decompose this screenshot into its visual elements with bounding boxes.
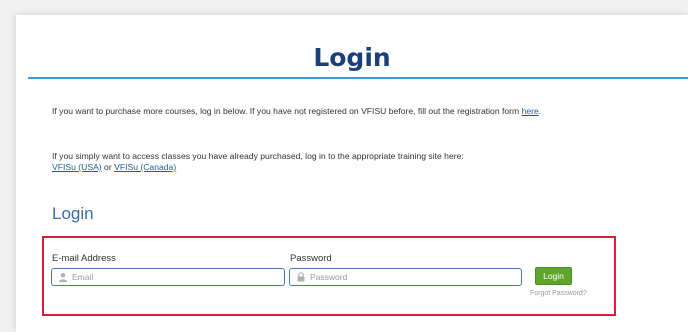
password-input[interactable] — [310, 270, 521, 284]
vfisu-usa-link[interactable]: VFISu (USA) — [52, 162, 102, 172]
page-title: Login — [313, 43, 391, 72]
forgot-password-link[interactable]: Forgot Password? — [530, 290, 587, 297]
training-site-links: VFISu (USA) or VFISu (Canada) — [52, 162, 464, 173]
login-form: E-mail Address Password Login Forgot Pas… — [42, 236, 616, 316]
login-section-heading: Login — [52, 204, 94, 223]
email-input[interactable] — [72, 270, 284, 284]
title-divider — [28, 77, 688, 79]
email-label: E-mail Address — [52, 253, 116, 264]
login-button[interactable]: Login — [535, 267, 572, 285]
or-text: or — [101, 162, 115, 172]
user-icon — [59, 273, 67, 282]
email-field-wrapper — [51, 268, 285, 286]
access-instructions: If you simply want to access classes you… — [52, 151, 464, 173]
purchase-text: If you want to purchase more courses, lo… — [52, 106, 522, 116]
purchase-instructions: If you want to purchase more courses, lo… — [52, 106, 541, 117]
registration-link[interactable]: here — [522, 106, 539, 116]
lock-icon — [297, 272, 305, 282]
purchase-end: . — [538, 106, 542, 116]
vfisu-canada-link[interactable]: VFISu (Canada) — [114, 162, 176, 172]
password-label: Password — [290, 253, 332, 264]
password-field-wrapper — [289, 268, 522, 286]
login-page-card: Login If you want to purchase more cours… — [16, 15, 688, 332]
access-text: If you simply want to access classes you… — [52, 151, 464, 161]
